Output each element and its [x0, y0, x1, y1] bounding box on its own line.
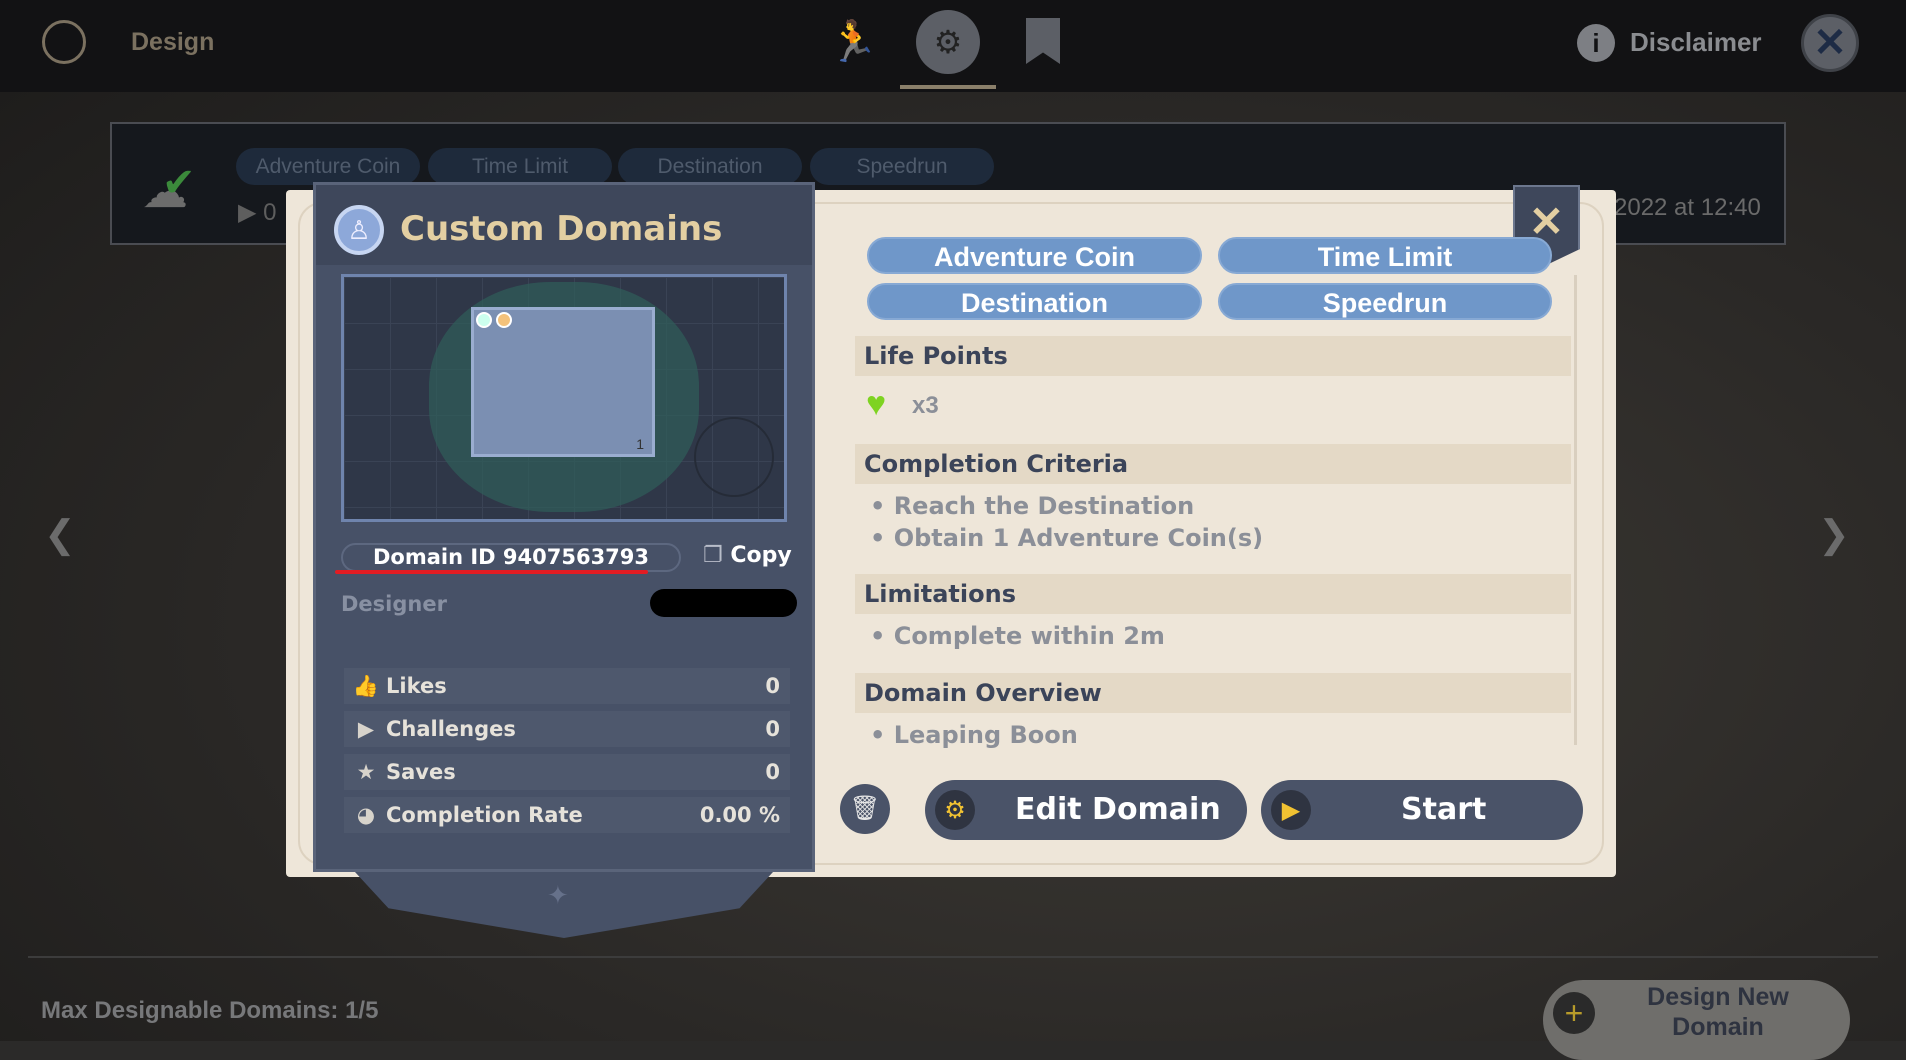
- header-title: Design: [131, 28, 215, 56]
- start-button[interactable]: ▶ Start: [1261, 780, 1583, 840]
- map-gear-icon[interactable]: ⚙: [916, 10, 980, 74]
- overview-item: • Leaping Boon: [870, 721, 1078, 749]
- design-new-domain-label: Design New Domain: [1647, 983, 1789, 1041]
- play-icon: ▶: [357, 717, 375, 741]
- tag-speedrun: Speedrun: [1218, 283, 1552, 320]
- criteria-text: Obtain 1 Adventure Coin(s): [893, 524, 1264, 552]
- floor-label: 1: [636, 436, 644, 452]
- stat-value: 0: [765, 760, 780, 784]
- footer-divider: [28, 956, 1878, 958]
- gear-icon: ⚙: [935, 790, 975, 830]
- destination-marker-icon: [496, 312, 512, 328]
- bg-tag: Speedrun: [810, 148, 994, 185]
- play-icon: ▶: [1271, 790, 1311, 830]
- previous-arrow-icon[interactable]: ❮: [44, 512, 76, 557]
- criteria-item: • Reach the Destination: [870, 492, 1195, 520]
- stat-challenges: ▶ Challenges 0: [344, 711, 790, 747]
- custom-domains-icon: ♙: [334, 205, 384, 255]
- bg-tag: Time Limit: [428, 148, 612, 185]
- star-icon: ★: [356, 760, 376, 784]
- edit-domain-button[interactable]: ⚙ Edit Domain: [925, 780, 1247, 840]
- stat-value: 0.00 %: [699, 803, 780, 827]
- stat-value: 0: [765, 674, 780, 698]
- bookmark-star-icon[interactable]: [1026, 18, 1060, 64]
- stat-completion-rate: ◕ Completion Rate 0.00 %: [344, 797, 790, 833]
- bg-date: 2022 at 12:40: [1614, 194, 1761, 221]
- runner-icon[interactable]: 🏃: [828, 18, 878, 65]
- limitations-header: Limitations: [855, 574, 1571, 614]
- cloud-check-icon: ☁ ✔: [142, 161, 196, 217]
- tag-adventure-coin: Adventure Coin: [867, 237, 1202, 274]
- stat-value: 0: [765, 717, 780, 741]
- max-domains-label: Max Designable Domains: 1/5: [41, 997, 379, 1024]
- criteria-text: Reach the Destination: [893, 492, 1195, 520]
- sparkle-icon: ✦: [547, 880, 569, 910]
- stat-likes: 👍 Likes 0: [344, 668, 790, 704]
- bg-tag: Adventure Coin: [236, 148, 420, 185]
- domain-map-preview[interactable]: 1: [341, 274, 787, 522]
- designer-name-redacted: [650, 589, 797, 617]
- life-points-header: Life Points: [855, 336, 1571, 376]
- domain-info-panel: ♙ Custom Domains 1 Domain ID 9407563793 …: [313, 182, 815, 872]
- edit-domain-label: Edit Domain: [1015, 792, 1221, 827]
- info-icon[interactable]: i: [1577, 24, 1615, 62]
- copy-button[interactable]: ❐ Copy: [703, 543, 792, 568]
- trash-icon: 🗑: [849, 795, 881, 822]
- stat-label: Completion Rate: [386, 803, 583, 827]
- stat-label: Likes: [386, 674, 447, 698]
- start-marker-icon: [476, 312, 492, 328]
- tag-time-limit: Time Limit: [1218, 237, 1552, 274]
- bg-play-count: ▶ 0: [238, 199, 277, 226]
- design-compass-icon: [42, 20, 86, 64]
- copy-icon: ❐: [703, 543, 723, 568]
- stat-saves: ★ Saves 0: [344, 754, 790, 790]
- limitation-text: Complete within 2m: [893, 622, 1165, 650]
- map-domain-area: 1: [471, 307, 655, 457]
- details-scrollbar[interactable]: [1574, 275, 1577, 745]
- bg-count: 0: [263, 199, 277, 226]
- close-icon[interactable]: ✕: [1801, 14, 1859, 72]
- domain-id-underline: [335, 570, 648, 574]
- limitation-item: • Complete within 2m: [870, 622, 1165, 650]
- next-arrow-icon[interactable]: ❯: [1818, 512, 1850, 557]
- life-points-value: x3: [912, 392, 939, 419]
- nav-active-underline: [900, 85, 996, 89]
- domain-overview-header: Domain Overview: [855, 673, 1571, 713]
- disclaimer-link[interactable]: Disclaimer: [1630, 27, 1762, 58]
- pie-icon: ◕: [356, 803, 376, 827]
- designer-label: Designer: [341, 592, 447, 616]
- copy-label: Copy: [730, 543, 792, 568]
- completion-criteria-header: Completion Criteria: [855, 444, 1571, 484]
- design-new-domain-button[interactable]: + Design New Domain: [1543, 980, 1850, 1060]
- domain-id-text: Domain ID 9407563793: [372, 545, 650, 569]
- compass-rose-icon: [694, 417, 774, 497]
- stat-label: Saves: [386, 760, 456, 784]
- delete-button[interactable]: 🗑: [840, 784, 890, 834]
- stat-label: Challenges: [386, 717, 516, 741]
- thumbs-up-icon: 👍: [352, 674, 380, 698]
- top-bar: Design 🏃 ⚙ i Disclaimer ✕: [0, 0, 1906, 92]
- tag-destination: Destination: [867, 283, 1202, 320]
- heart-icon: ♥: [866, 385, 887, 423]
- plus-icon: +: [1553, 992, 1595, 1034]
- bg-tag: Destination: [618, 148, 802, 185]
- start-label: Start: [1401, 792, 1487, 827]
- domain-id-field[interactable]: Domain ID 9407563793: [341, 543, 681, 572]
- panel-title: Custom Domains: [400, 209, 723, 249]
- criteria-item: • Obtain 1 Adventure Coin(s): [870, 524, 1264, 552]
- overview-text: Leaping Boon: [893, 721, 1078, 749]
